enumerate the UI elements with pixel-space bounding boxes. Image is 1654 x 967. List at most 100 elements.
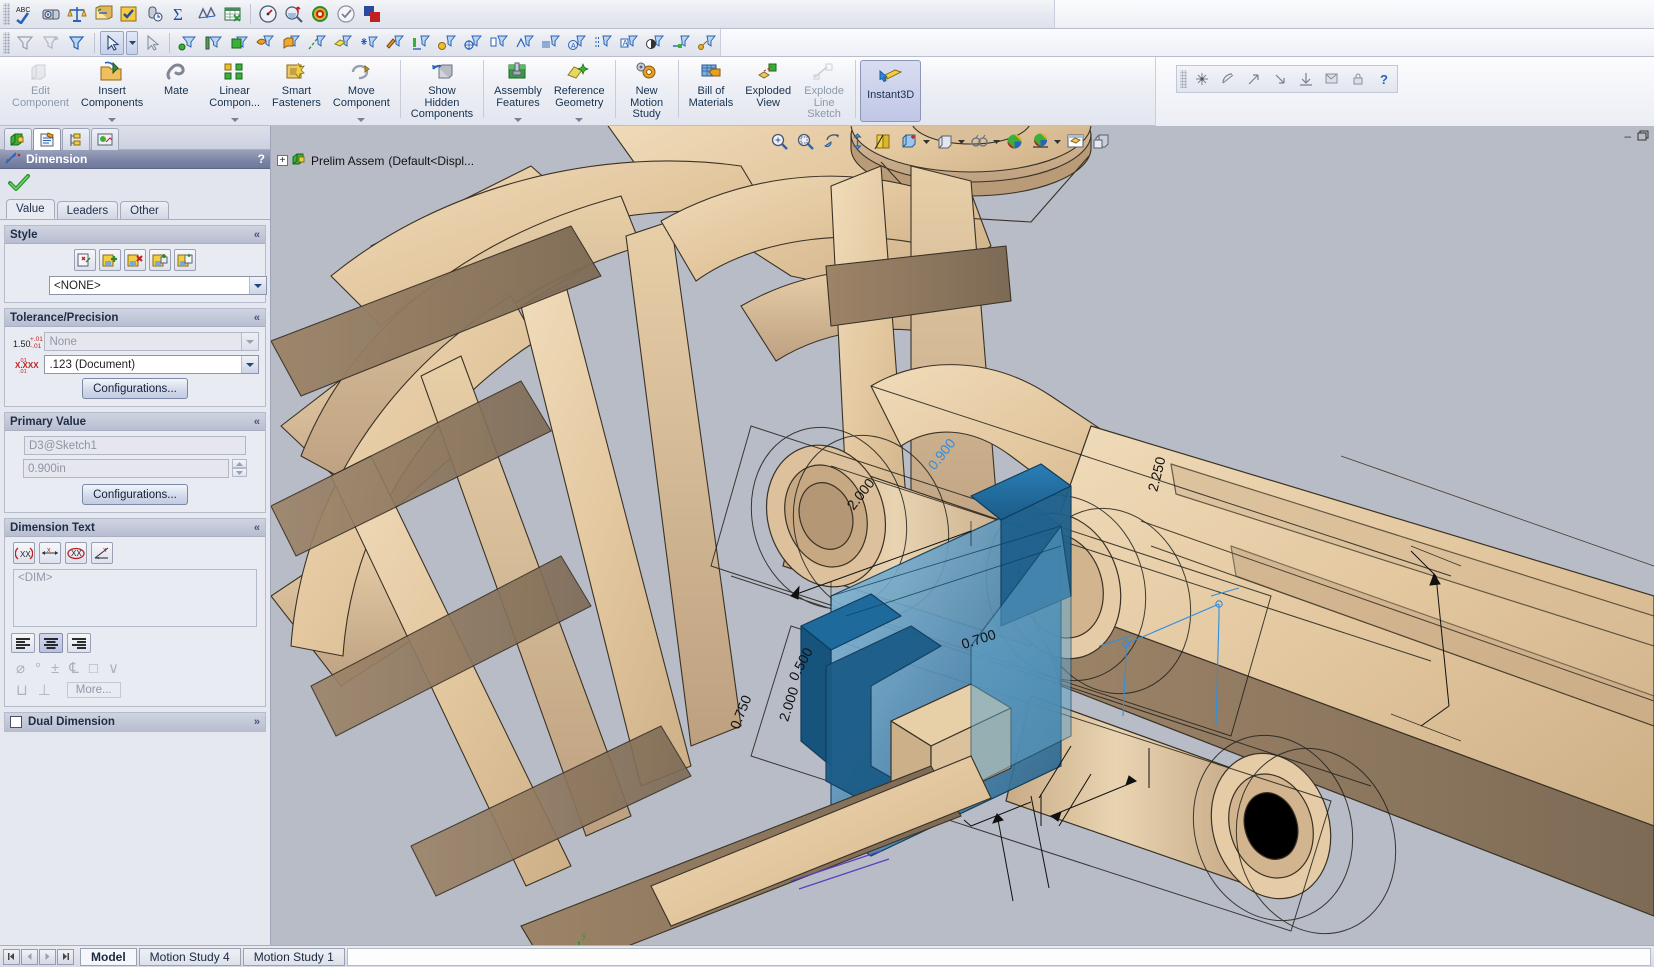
ribbon-command-move-component[interactable]: Move Component [327,57,396,123]
ribbon-command-bill-of-materials[interactable]: Bill of Materials [683,57,740,123]
configuration-manager-tab[interactable] [62,128,90,150]
chevron-down-icon[interactable] [922,129,931,153]
filter-blocks-icon[interactable]: A [617,31,641,55]
check-circle-icon[interactable] [334,2,358,26]
chevron-down-icon[interactable] [514,118,523,122]
previous-tab-button[interactable] [21,948,38,965]
viewport-single-icon[interactable] [1062,129,1088,153]
filter-points-icon[interactable] [357,31,381,55]
minimize-button[interactable]: – [1624,130,1631,144]
dimension-text-group-header[interactable]: Dimension Text « [5,519,265,537]
ribbon-command-smart-fasteners[interactable]: Smart Fasteners [266,57,327,123]
filter-annotations-icon[interactable] [643,31,667,55]
align-left-icon[interactable] [11,633,35,653]
offset-text-icon[interactable]: XX [65,542,87,564]
toolbar-grip[interactable] [3,3,10,25]
primary-configurations-button[interactable]: Configurations... [82,484,188,505]
filter-weld-icon[interactable]: A [565,31,589,55]
viewport-split-icon[interactable] [1088,129,1114,153]
chevron-down-icon[interactable] [1053,129,1062,153]
filter-surface-finish-icon[interactable] [513,31,537,55]
feature-tree-root[interactable]: + Prelim Assem (Default<Displ... [277,152,474,169]
filter-toggle-icon[interactable] [39,31,63,55]
chevron-down-icon[interactable] [241,333,258,350]
ribbon-command-explode-line-sketch[interactable]: Explode Line Sketch [797,57,851,123]
feature-manager-tab[interactable] [4,128,32,150]
chevron-down-icon[interactable] [575,118,584,122]
filter-axes-icon[interactable] [305,31,329,55]
dimension-text-area[interactable]: <DIM> [13,569,257,627]
next-tab-button[interactable] [39,948,56,965]
zoom-to-fit-icon[interactable] [766,129,792,153]
display-manager-tab[interactable] [91,128,119,150]
ribbon-command-new-motion-study[interactable]: New Motion Study [620,57,674,123]
counterbore-symbol[interactable]: ⊔ [16,681,28,699]
inspection-dimension-icon[interactable]: x [39,542,61,564]
collapse-chevron-icon[interactable]: « [254,229,260,241]
ribbon-command-mate[interactable]: Mate [149,57,203,123]
center-dimension-icon[interactable]: x [91,542,113,564]
filter-sketches-icon[interactable] [383,31,407,55]
geometry-analysis-icon[interactable] [195,2,219,26]
sensor-icon[interactable] [143,2,167,26]
dimension-name-field[interactable]: D3@Sketch1 [24,436,246,455]
mini-toolbar-grip[interactable] [1180,70,1187,88]
section-properties-icon[interactable] [91,2,115,26]
section-view-icon[interactable] [844,129,870,153]
spinner-up-icon[interactable] [232,459,247,468]
mass-properties-icon[interactable] [65,2,89,26]
style-group-header[interactable]: Style « [5,226,265,244]
edit-appearance-icon[interactable] [966,129,992,153]
dual-dimension-group-header[interactable]: Dual Dimension » [5,713,265,731]
ribbon-command-instant3d[interactable]: Instant3D [860,60,922,122]
filter-surface-bodies-icon[interactable] [253,31,277,55]
load-style-icon[interactable] [174,249,196,271]
filter-edges-icon[interactable] [201,31,225,55]
measure-icon[interactable] [39,2,63,26]
view-orientation-icon[interactable] [870,129,896,153]
ribbon-command-insert-components[interactable]: Insert Components [75,57,149,123]
more-symbols-button[interactable]: More... [66,682,121,698]
tolerance-configurations-button[interactable]: Configurations... [82,378,188,399]
restore-button[interactable] [1637,130,1650,144]
select-arrow-icon[interactable] [100,30,124,55]
dim-lock-icon[interactable] [1346,67,1370,91]
bottom-tab-motion-study-1[interactable]: Motion Study 1 [242,947,345,966]
align-right-icon[interactable] [67,633,91,653]
spinner-down-icon[interactable] [232,468,247,477]
chevron-down-icon[interactable] [357,118,366,122]
appearance-icon[interactable] [360,2,384,26]
filter-vertices-icon[interactable] [175,31,199,55]
chevron-down-icon[interactable] [957,129,966,153]
ribbon-command-assembly-features[interactable]: Assembly Features [488,57,548,123]
filter-on-icon[interactable] [65,31,89,55]
pm-tab-leaders[interactable]: Leaders [56,201,119,219]
plus-minus-symbol[interactable]: ± [51,660,59,677]
display-style-icon[interactable] [896,129,922,153]
ribbon-command-reference-geometry[interactable]: Reference Geometry [548,57,611,123]
view-settings-icon[interactable] [1027,129,1053,153]
dim-note-icon[interactable] [1320,67,1344,91]
select-other-icon[interactable] [140,31,164,55]
property-manager-tab[interactable] [33,128,61,150]
apply-scene-icon[interactable] [1001,129,1027,153]
filter-off-icon[interactable] [13,31,37,55]
chevron-down-icon[interactable] [992,129,1001,153]
equations-icon[interactable]: Σ [169,2,193,26]
chevron-down-icon[interactable] [241,356,258,373]
dim-angle-icon[interactable] [1216,67,1240,91]
check-document-icon[interactable] [117,2,141,26]
chevron-down-icon[interactable] [108,118,117,122]
value-spinner[interactable] [232,459,247,477]
parenthesis-icon[interactable]: XX [13,542,35,564]
dimension-value-field[interactable]: 0.900in [23,459,229,478]
diameter-symbol[interactable]: ⌀ [16,659,25,677]
dim-baseline-icon[interactable] [1294,67,1318,91]
align-center-icon[interactable] [39,633,63,653]
centerline-symbol[interactable]: ℄ [69,659,79,677]
collapse-chevron-icon[interactable]: « [254,522,260,534]
dim-help-icon[interactable]: ? [1372,67,1396,91]
filter-notes-icon[interactable] [539,31,563,55]
deviation-analysis-icon[interactable] [308,2,332,26]
depth-symbol[interactable]: ⊥ [38,681,51,699]
